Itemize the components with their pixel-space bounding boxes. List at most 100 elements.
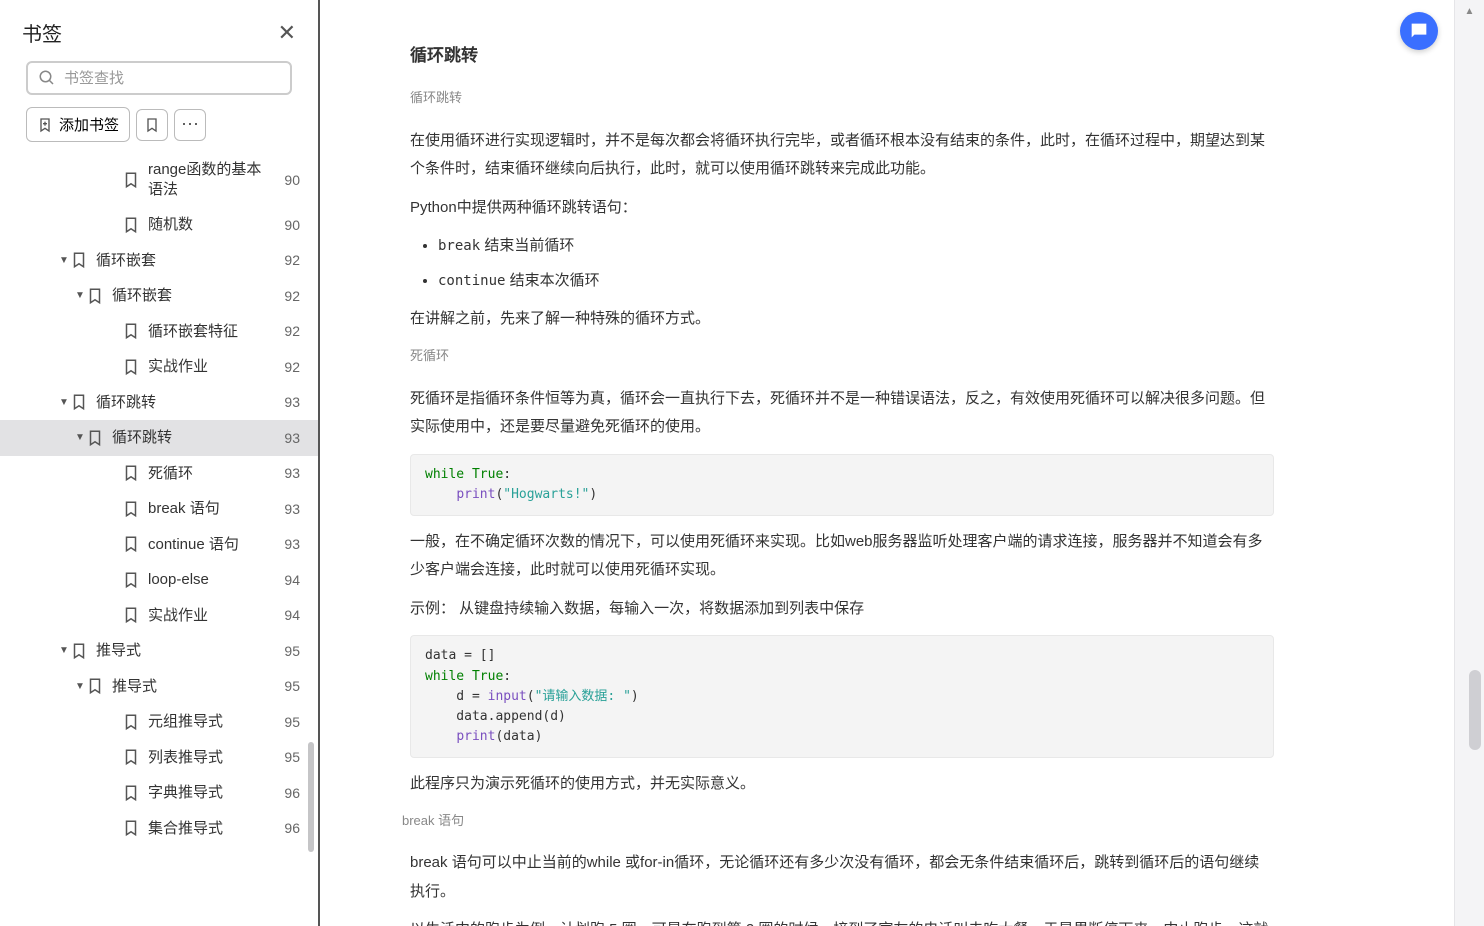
bookmark-icon bbox=[122, 606, 140, 624]
bookmark-page: 92 bbox=[276, 359, 300, 375]
bookmark-item[interactable]: ▼ 循环跳转93 bbox=[0, 420, 318, 456]
paragraph: 以生活中的跑步为例，计划跑 5 圈，可是在跑到第 2 圈的时候，接到了室友的电话… bbox=[410, 916, 1274, 926]
bookmark-icon bbox=[122, 571, 140, 589]
bookmark-page: 95 bbox=[276, 678, 300, 694]
expand-caret-icon[interactable]: ▼ bbox=[58, 255, 70, 266]
bookmark-item[interactable]: ▼ 循环跳转93 bbox=[0, 385, 318, 421]
bookmark-icon bbox=[122, 819, 140, 837]
bookmark-item[interactable]: ▼字典推导式96 bbox=[0, 775, 318, 811]
expand-caret-icon[interactable]: ▼ bbox=[74, 290, 86, 301]
bookmark-page: 95 bbox=[276, 714, 300, 730]
sidebar-title: 书签 bbox=[22, 18, 62, 47]
code-inline: break bbox=[438, 238, 480, 254]
paragraph: 死循环是指循环条件恒等为真，循环会一直执行下去，死循环并不是一种错误语法，反之，… bbox=[410, 385, 1274, 442]
bookmark-page: 95 bbox=[276, 749, 300, 765]
page-scrollbar-thumb[interactable] bbox=[1469, 670, 1481, 750]
bookmark-label: 循环嵌套 bbox=[96, 251, 276, 271]
bookmark-page: 92 bbox=[276, 252, 300, 268]
bookmark-icon bbox=[122, 171, 140, 189]
bookmark-item[interactable]: ▼死循环93 bbox=[0, 456, 318, 492]
bookmark-label: 循环跳转 bbox=[96, 393, 276, 413]
bookmark-label: 死循环 bbox=[148, 464, 276, 484]
bookmark-item[interactable]: ▼break 语句93 bbox=[0, 491, 318, 527]
bookmark-icon bbox=[86, 677, 104, 695]
bookmark-search[interactable] bbox=[26, 61, 292, 95]
sidebar-scrollbar-thumb[interactable] bbox=[308, 742, 314, 852]
bookmark-item[interactable]: ▼range函数的基本语法90 bbox=[0, 152, 318, 207]
bookmark-label: 元组推导式 bbox=[148, 712, 276, 732]
list-text: 结束本次循环 bbox=[505, 272, 599, 289]
bookmark-item[interactable]: ▼ 循环嵌套92 bbox=[0, 243, 318, 279]
search-icon bbox=[38, 69, 56, 87]
bookmark-label: 字典推导式 bbox=[148, 783, 276, 803]
bookmark-item[interactable]: ▼元组推导式95 bbox=[0, 704, 318, 740]
list-text: 结束当前循环 bbox=[480, 237, 574, 254]
bookmark-icon bbox=[70, 393, 88, 411]
paragraph: 在使用循环进行实现逻辑时，并不是每次都会将循环执行完毕，或者循环根本没有结束的条… bbox=[410, 127, 1274, 184]
bookmark-list[interactable]: ▼range函数的基本语法90▼随机数90▼循环嵌套92▼循环嵌套92▼循环嵌套… bbox=[0, 152, 318, 926]
bookmark-item[interactable]: ▼列表推导式95 bbox=[0, 740, 318, 776]
bookmark-page: 93 bbox=[276, 536, 300, 552]
list-item: break 结束当前循环 bbox=[438, 232, 1274, 261]
bookmark-page: 93 bbox=[276, 501, 300, 517]
bookmark-item[interactable]: ▼循环嵌套特征92 bbox=[0, 314, 318, 350]
bookmark-page: 93 bbox=[276, 430, 300, 446]
ellipsis-icon: ⋯ bbox=[181, 114, 199, 135]
bookmark-item[interactable]: ▼随机数90 bbox=[0, 207, 318, 243]
bookmark-label: 推导式 bbox=[96, 641, 276, 661]
bookmark-item[interactable]: ▼实战作业92 bbox=[0, 349, 318, 385]
bookmark-label: 实战作业 bbox=[148, 606, 276, 626]
expand-caret-icon[interactable]: ▼ bbox=[74, 432, 86, 443]
code-block: data = [] while True: d = input("请输入数据: … bbox=[410, 635, 1274, 758]
bookmark-page: 93 bbox=[276, 394, 300, 410]
bookmark-label: break 语句 bbox=[148, 499, 276, 519]
code-block: while True: print("Hogwarts!") bbox=[410, 454, 1274, 516]
bookmark-label: 循环嵌套 bbox=[112, 286, 276, 306]
expand-caret-icon[interactable]: ▼ bbox=[74, 681, 86, 692]
paragraph: 示例： 从键盘持续输入数据，每输入一次，将数据添加到列表中保存 bbox=[410, 595, 1274, 624]
bookmark-icon bbox=[122, 464, 140, 482]
sub-heading: 循环跳转 bbox=[410, 86, 1274, 111]
bookmarks-sidebar: 书签 ✕ 添加书签 ⋯ ▼range函数的基本语法90▼随机数90▼循环嵌套92… bbox=[0, 0, 320, 926]
bookmark-label: range函数的基本语法 bbox=[148, 160, 276, 199]
bullet-list: break 结束当前循环 continue 结束本次循环 bbox=[438, 232, 1274, 295]
bookmark-search-input[interactable] bbox=[64, 70, 280, 87]
bookmark-item[interactable]: ▼loop-else94 bbox=[0, 562, 318, 598]
bookmark-item[interactable]: ▼continue 语句93 bbox=[0, 527, 318, 563]
bookmark-icon bbox=[122, 500, 140, 518]
add-bookmark-icon bbox=[37, 117, 53, 133]
paragraph: 在讲解之前，先来了解一种特殊的循环方式。 bbox=[410, 305, 1274, 334]
more-options-button[interactable]: ⋯ bbox=[174, 109, 206, 141]
bookmark-page: 94 bbox=[276, 607, 300, 623]
bookmark-item[interactable]: ▼ 推导式95 bbox=[0, 633, 318, 669]
close-sidebar-button[interactable]: ✕ bbox=[278, 20, 296, 46]
bookmark-icon bbox=[70, 642, 88, 660]
scroll-up-arrow-icon[interactable]: ▲ bbox=[1455, 6, 1484, 17]
document-content: 循环跳转 循环跳转 在使用循环进行实现逻辑时，并不是每次都会将循环执行完毕，或者… bbox=[320, 0, 1454, 926]
add-bookmark-button[interactable]: 添加书签 bbox=[26, 107, 130, 142]
bookmark-icon bbox=[86, 429, 104, 447]
bookmark-outline-button[interactable] bbox=[136, 109, 168, 141]
bookmark-icon bbox=[86, 287, 104, 305]
bookmark-label: 循环跳转 bbox=[112, 428, 276, 448]
bookmark-item[interactable]: ▼推导式95 bbox=[0, 669, 318, 705]
document-viewport[interactable]: 循环跳转 循环跳转 在使用循环进行实现逻辑时，并不是每次都会将循环执行完毕，或者… bbox=[320, 0, 1454, 926]
expand-caret-icon[interactable]: ▼ bbox=[58, 397, 70, 408]
bookmark-page: 93 bbox=[276, 465, 300, 481]
bookmark-icon bbox=[122, 784, 140, 802]
bookmark-icon bbox=[144, 117, 160, 133]
bookmark-icon bbox=[122, 713, 140, 731]
add-bookmark-label: 添加书签 bbox=[59, 114, 119, 135]
bookmark-icon bbox=[122, 358, 140, 376]
paragraph: Python中提供两种循环跳转语句： bbox=[410, 194, 1274, 223]
bookmark-page: 92 bbox=[276, 323, 300, 339]
bookmark-icon bbox=[70, 251, 88, 269]
bookmark-label: 集合推导式 bbox=[148, 819, 276, 839]
expand-caret-icon[interactable]: ▼ bbox=[58, 645, 70, 656]
bookmark-page: 95 bbox=[276, 643, 300, 659]
bookmark-item[interactable]: ▼集合推导式96 bbox=[0, 811, 318, 847]
bookmark-item[interactable]: ▼实战作业94 bbox=[0, 598, 318, 634]
bookmark-item[interactable]: ▼循环嵌套92 bbox=[0, 278, 318, 314]
page-scrollbar-rail: ▲ bbox=[1454, 0, 1484, 926]
assistant-fab-button[interactable] bbox=[1400, 12, 1438, 50]
